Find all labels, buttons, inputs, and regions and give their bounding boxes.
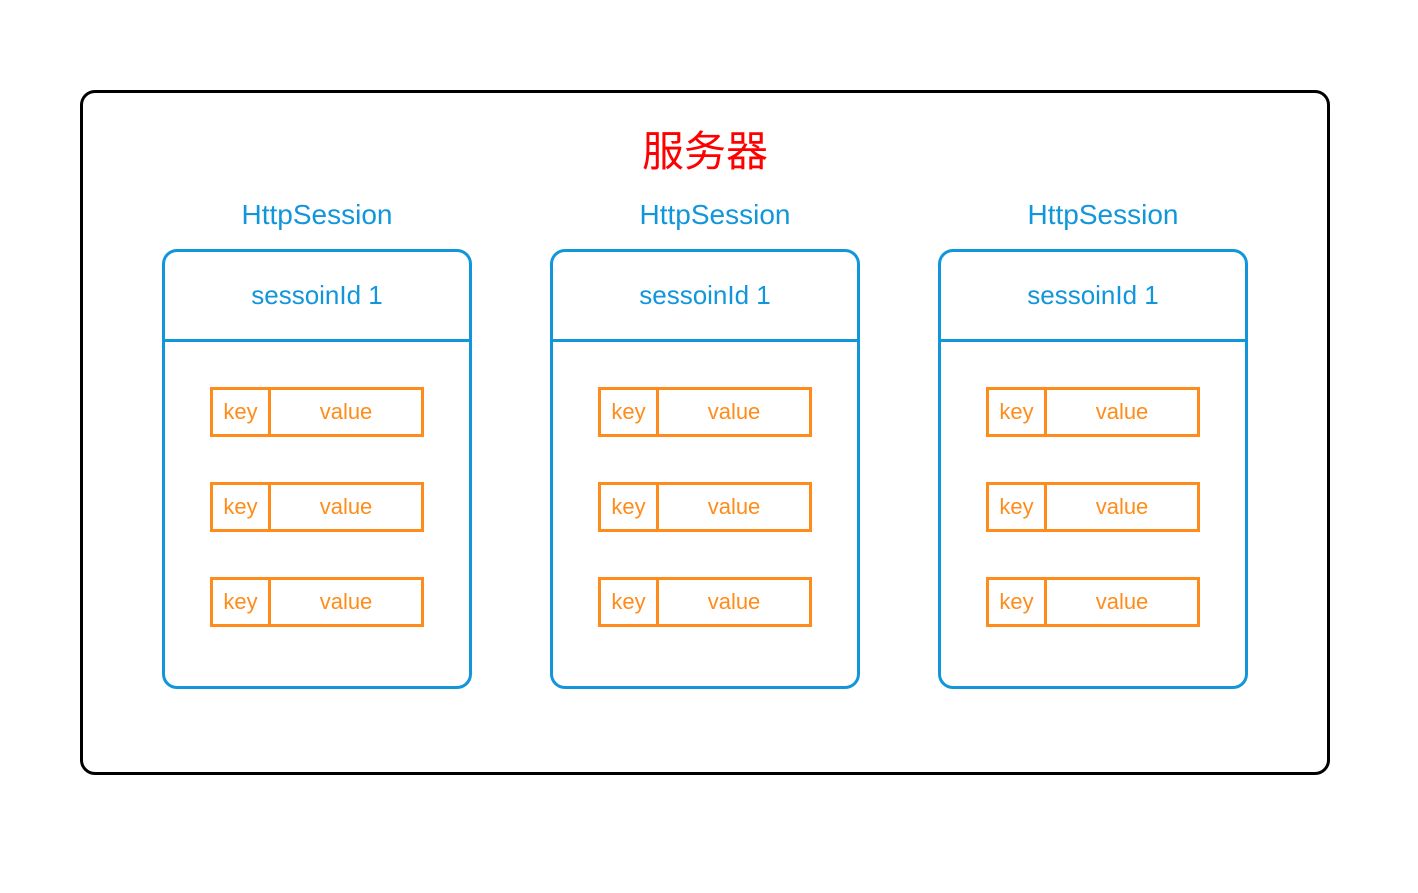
kv-pair: key value bbox=[210, 482, 424, 532]
session-id-label: sessoinId 1 bbox=[553, 252, 857, 342]
kv-pair: key value bbox=[598, 387, 812, 437]
kv-pair: key value bbox=[986, 482, 1200, 532]
kv-value: value bbox=[271, 390, 421, 434]
session-group: HttpSession sessoinId 1 key value key va… bbox=[938, 199, 1248, 689]
sessions-row: HttpSession sessoinId 1 key value key va… bbox=[83, 199, 1327, 689]
session-label: HttpSession bbox=[1028, 199, 1179, 231]
kv-key: key bbox=[601, 485, 659, 529]
kv-value: value bbox=[659, 485, 809, 529]
server-title: 服务器 bbox=[83, 118, 1327, 179]
session-label: HttpSession bbox=[640, 199, 791, 231]
kv-key: key bbox=[989, 390, 1047, 434]
kv-pair: key value bbox=[210, 577, 424, 627]
kv-pair: key value bbox=[598, 482, 812, 532]
session-body: key value key value key value bbox=[941, 342, 1245, 657]
kv-pair: key value bbox=[210, 387, 424, 437]
kv-value: value bbox=[659, 390, 809, 434]
session-body: key value key value key value bbox=[165, 342, 469, 657]
session-box: sessoinId 1 key value key value key valu… bbox=[162, 249, 472, 689]
kv-pair: key value bbox=[986, 577, 1200, 627]
kv-value: value bbox=[1047, 390, 1197, 434]
kv-key: key bbox=[989, 580, 1047, 624]
session-id-label: sessoinId 1 bbox=[165, 252, 469, 342]
server-container: 服务器 HttpSession sessoinId 1 key value ke… bbox=[80, 90, 1330, 775]
kv-key: key bbox=[989, 485, 1047, 529]
session-body: key value key value key value bbox=[553, 342, 857, 657]
kv-key: key bbox=[601, 390, 659, 434]
kv-pair: key value bbox=[986, 387, 1200, 437]
kv-value: value bbox=[271, 580, 421, 624]
kv-key: key bbox=[601, 580, 659, 624]
kv-pair: key value bbox=[598, 577, 812, 627]
kv-value: value bbox=[1047, 580, 1197, 624]
session-label: HttpSession bbox=[242, 199, 393, 231]
kv-value: value bbox=[271, 485, 421, 529]
kv-value: value bbox=[1047, 485, 1197, 529]
kv-key: key bbox=[213, 580, 271, 624]
session-group: HttpSession sessoinId 1 key value key va… bbox=[162, 199, 472, 689]
kv-key: key bbox=[213, 485, 271, 529]
kv-value: value bbox=[659, 580, 809, 624]
kv-key: key bbox=[213, 390, 271, 434]
session-id-label: sessoinId 1 bbox=[941, 252, 1245, 342]
session-group: HttpSession sessoinId 1 key value key va… bbox=[550, 199, 860, 689]
session-box: sessoinId 1 key value key value key valu… bbox=[938, 249, 1248, 689]
session-box: sessoinId 1 key value key value key valu… bbox=[550, 249, 860, 689]
